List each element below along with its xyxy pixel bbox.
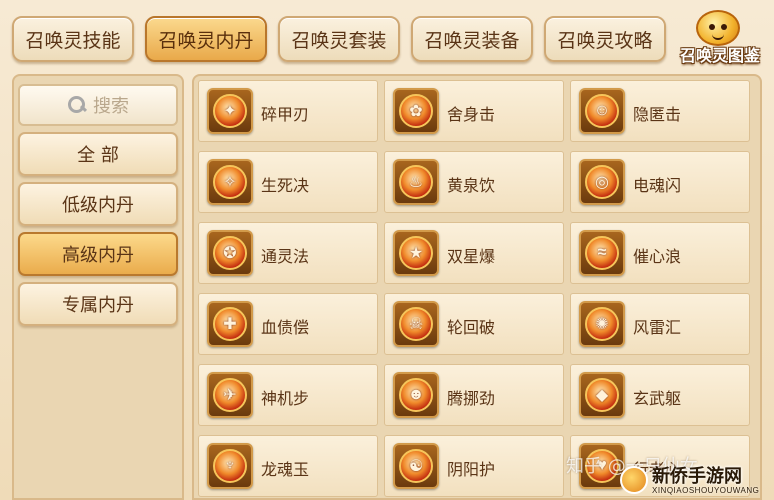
skull-orb-icon: ☠ bbox=[393, 301, 439, 347]
pill-item[interactable]: ✦ 碎甲刃 bbox=[198, 80, 378, 142]
pill-item[interactable]: ✺ 风雷汇 bbox=[570, 293, 750, 355]
site-logo-sub: XINQIAOSHOUYOUWANG bbox=[652, 486, 760, 495]
spiral-orb-icon: ◎ bbox=[579, 159, 625, 205]
pill-item[interactable]: ☻ 腾挪劲 bbox=[384, 364, 564, 426]
category-sidebar: 搜索 全 部 低级内丹 高级内丹 专属内丹 bbox=[12, 74, 184, 500]
spirit-orb-icon: ✪ bbox=[207, 230, 253, 276]
pill-name: 舍身击 bbox=[447, 105, 496, 124]
handbook-button[interactable]: 召唤灵图鉴 bbox=[672, 10, 768, 66]
face-orb-icon: ☻ bbox=[393, 372, 439, 418]
search-input[interactable]: 搜索 bbox=[18, 84, 178, 126]
category-exclusive[interactable]: 专属内丹 bbox=[18, 282, 178, 326]
pill-name: 腾挪劲 bbox=[447, 389, 496, 408]
site-logo-name: 新侨手游网 bbox=[652, 466, 742, 487]
pill-item[interactable]: ✪ 通灵法 bbox=[198, 222, 378, 284]
search-placeholder: 搜索 bbox=[93, 96, 129, 117]
pill-name: 碎甲刃 bbox=[261, 105, 310, 124]
pill-name: 双星爆 bbox=[447, 247, 496, 266]
site-logo: 新侨手游网 XINQIAOSHOUYOUWANG bbox=[620, 462, 770, 500]
pill-name: 血债偿 bbox=[261, 318, 310, 337]
pill-item[interactable]: ✧ 生死决 bbox=[198, 151, 378, 213]
pill-item[interactable]: ◆ 玄武躯 bbox=[570, 364, 750, 426]
yinyang-orb-icon: ☯ bbox=[393, 443, 439, 489]
pill-name: 电魂闪 bbox=[633, 176, 682, 195]
flame-orb-icon: ♨ bbox=[393, 159, 439, 205]
pill-item[interactable]: ✚ 血债偿 bbox=[198, 293, 378, 355]
dragon-orb-icon: ✧ bbox=[207, 159, 253, 205]
category-low-grade[interactable]: 低级内丹 bbox=[18, 182, 178, 226]
feather-orb-icon: ✈ bbox=[207, 372, 253, 418]
star-orb-icon: ★ bbox=[393, 230, 439, 276]
mascot-icon bbox=[696, 10, 740, 46]
pill-item[interactable]: ✈ 神机步 bbox=[198, 364, 378, 426]
pill-name: 催心浪 bbox=[633, 247, 682, 266]
pill-item[interactable]: ♆ 龙魂玉 bbox=[198, 435, 378, 497]
category-high-grade[interactable]: 高级内丹 bbox=[18, 232, 178, 276]
monkey-orb-icon: ☺ bbox=[579, 88, 625, 134]
pill-item[interactable]: ◎ 电魂闪 bbox=[570, 151, 750, 213]
category-all[interactable]: 全 部 bbox=[18, 132, 178, 176]
pill-name: 阴阳护 bbox=[447, 460, 496, 479]
tab-skills[interactable]: 召唤灵技能 bbox=[12, 16, 134, 62]
site-logo-icon bbox=[620, 466, 648, 494]
pill-item[interactable]: ≈ 催心浪 bbox=[570, 222, 750, 284]
pill-name: 轮回破 bbox=[447, 318, 496, 337]
pill-item[interactable]: ♨ 黄泉饮 bbox=[384, 151, 564, 213]
pill-name: 神机步 bbox=[261, 389, 310, 408]
dragon-jade-orb-icon: ♆ bbox=[207, 443, 253, 489]
pill-item[interactable]: ★ 双星爆 bbox=[384, 222, 564, 284]
tab-equipment[interactable]: 召唤灵装备 bbox=[411, 16, 533, 62]
tortoise-orb-icon: ◆ bbox=[579, 372, 625, 418]
search-icon bbox=[67, 95, 87, 115]
paw-orb-icon: ✿ bbox=[393, 88, 439, 134]
blade-orb-icon: ✦ bbox=[207, 88, 253, 134]
pill-name: 通灵法 bbox=[261, 247, 310, 266]
storm-orb-icon: ✺ bbox=[579, 301, 625, 347]
pill-item[interactable]: ☺ 隐匿击 bbox=[570, 80, 750, 142]
handbook-label: 召唤灵图鉴 bbox=[679, 46, 760, 65]
inner-pill-grid: ✦ 碎甲刃 ✿ 舍身击 ☺ 隐匿击 ✧ 生死决 ♨ 黄泉饮 ◎ 电魂闪 ✪ 通灵法 ★ 双星爆 ≈ 催心浪 ✚ 血债偿… bbox=[192, 74, 762, 500]
pill-name: 龙魂玉 bbox=[261, 460, 310, 479]
pill-item[interactable]: ☯ 阴阳护 bbox=[384, 435, 564, 497]
pill-name: 玄武躯 bbox=[633, 389, 682, 408]
tab-guide[interactable]: 召唤灵攻略 bbox=[544, 16, 666, 62]
wave-orb-icon: ≈ bbox=[579, 230, 625, 276]
pill-item[interactable]: ☠ 轮回破 bbox=[384, 293, 564, 355]
pill-name: 隐匿击 bbox=[633, 105, 682, 124]
blood-orb-icon: ✚ bbox=[207, 301, 253, 347]
pill-name: 风雷汇 bbox=[633, 318, 682, 337]
pill-name: 生死决 bbox=[261, 176, 310, 195]
tab-suits[interactable]: 召唤灵套装 bbox=[278, 16, 400, 62]
pill-name: 黄泉饮 bbox=[447, 176, 496, 195]
game-window: 召唤灵技能 召唤灵内丹 召唤灵套装 召唤灵装备 召唤灵攻略 召唤灵图鉴 搜索 全… bbox=[0, 0, 774, 500]
pill-item[interactable]: ✿ 舍身击 bbox=[384, 80, 564, 142]
tab-inner-pill[interactable]: 召唤灵内丹 bbox=[145, 16, 267, 62]
